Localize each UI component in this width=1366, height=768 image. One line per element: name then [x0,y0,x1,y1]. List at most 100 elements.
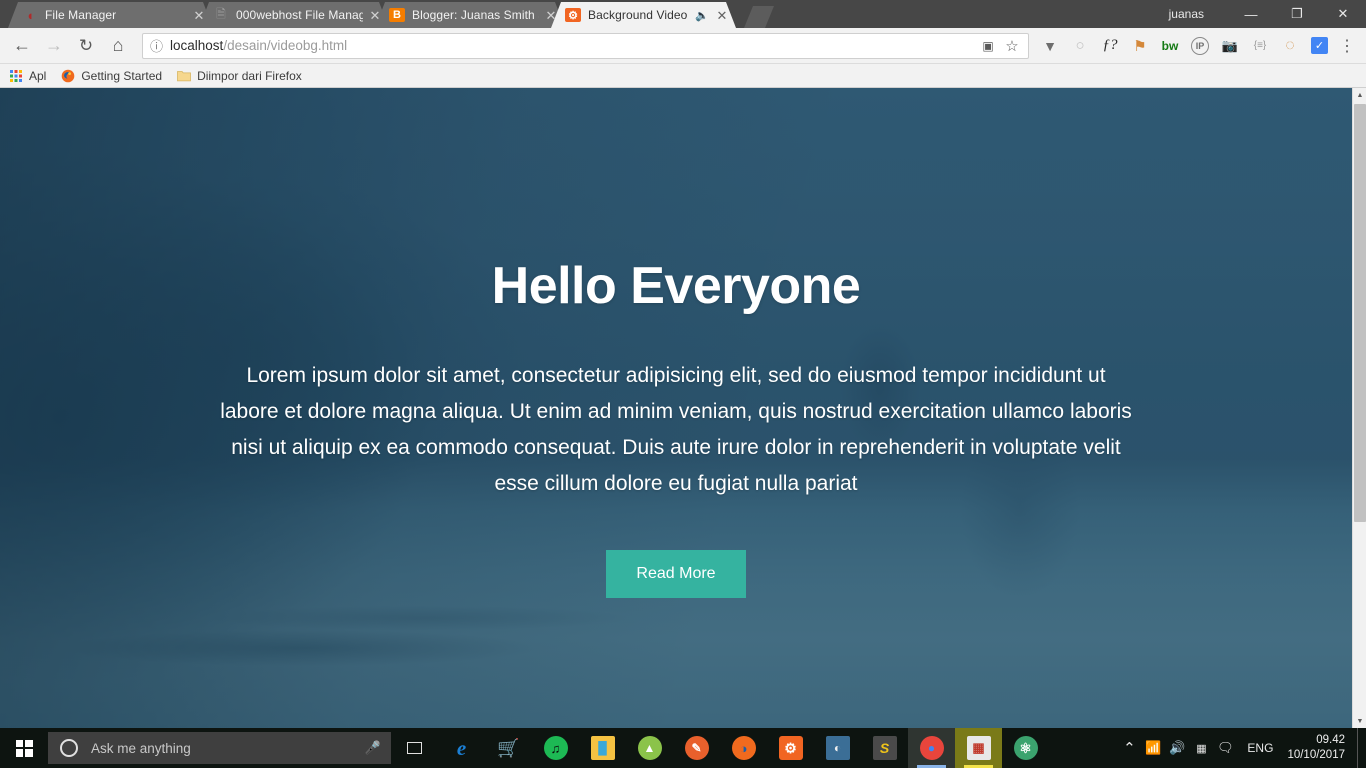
tab-title: 000webhost File Manage [236,8,363,22]
tab-close-icon[interactable]: ✕ [191,7,207,23]
browser-tab-background-video[interactable]: ⚙ Background Video 🔈 ✕ [551,2,736,28]
hero-section: Hello Everyone Lorem ipsum dolor sit ame… [0,88,1352,728]
browser-tab-file-manager[interactable]: ◖ File Manager ✕ [8,2,213,28]
tray-chevron-up-icon[interactable]: ⌃ [1117,728,1141,768]
cortana-circle-icon [60,739,78,757]
bookmark-getting-started[interactable]: Getting Started [60,68,162,84]
hero-paragraph: Lorem ipsum dolor sit amet, consectetur … [220,364,1132,495]
tab-close-icon[interactable]: ✕ [367,7,383,23]
microsoft-store-icon[interactable]: 🛒 [485,728,532,768]
ip-lookup-icon[interactable]: IP [1191,36,1209,55]
forward-button[interactable]: → [40,32,68,60]
back-button[interactable]: ← [8,32,36,60]
close-button[interactable]: ✕ [1320,0,1366,28]
tab-close-icon[interactable]: ✕ [714,7,730,23]
blogger-icon: B [389,8,405,22]
browser-toolbar: ← → ↻ ⌂ ⓘ localhost/desain/videobg.html … [0,28,1366,64]
language-indicator[interactable]: ENG [1237,741,1283,755]
bookmark-folder-diimpor[interactable]: Diimpor dari Firefox [176,68,302,84]
tab-close-icon[interactable]: ✕ [543,7,559,23]
bookmarks-bar: Apl Getting Started Diimpor dari Firefox [0,64,1366,88]
home-button[interactable]: ⌂ [104,32,132,60]
tab-title: File Manager [45,8,117,22]
bookmark-apl[interactable]: Apl [8,68,46,84]
circle-extension-icon[interactable]: ○ [1065,32,1095,60]
buffer-extension-icon[interactable]: bw [1155,32,1185,60]
firefox-icon [60,68,76,84]
browser-tab-blogger[interactable]: B Blogger: Juanas Smith Sh ✕ [375,2,565,28]
scrollbar-thumb[interactable] [1354,104,1366,522]
chrome-menu-button[interactable]: ⋮ [1334,32,1360,60]
cpanel-icon: ◖ [26,7,34,23]
url-text: localhost/desain/videobg.html [170,38,347,53]
screenshot-camera-icon[interactable]: 📷 [1215,32,1245,60]
xampp-icon: ⚙ [565,8,581,22]
code-braces-icon[interactable]: {≡} [1245,32,1275,60]
microsoft-edge-icon[interactable]: e [438,728,485,768]
tab-title: Blogger: Juanas Smith Sh [412,8,539,22]
address-bar[interactable]: ⓘ localhost/desain/videobg.html ▣ ☆ [142,32,1029,59]
task-view-icon[interactable] [391,728,438,768]
folder-icon [176,68,192,84]
tab-title: Background Video [588,8,688,22]
clock[interactable]: 09.42 10/10/2017 [1283,733,1357,763]
page-viewport: Hello Everyone Lorem ipsum dolor sit ame… [0,88,1366,728]
xampp-icon[interactable]: ⚙ [767,728,814,768]
windows-logo-icon [15,739,33,757]
clock-date: 10/10/2017 [1287,749,1345,761]
url-host: localhost [170,38,224,53]
start-button[interactable] [0,728,48,768]
url-path: /desain/videobg.html [223,38,348,53]
show-desktop-button[interactable] [1357,728,1364,768]
omnibox-actions: ▣ ☆ [976,34,1024,58]
checkmark-extension-icon[interactable]: ✓ [1311,37,1328,54]
window-controls: juanas — ❐ ✕ [1169,0,1366,28]
minimize-button[interactable]: — [1228,0,1274,28]
vimeo-extension-icon[interactable]: ▼ [1035,32,1065,60]
windows-taskbar: Ask me anything 🎤 e 🛒 ♫ █ ▲ ✎ ◑ ⚙ ◐ S ● … [0,728,1366,768]
flag-extension-icon[interactable]: ⚑ [1125,32,1155,60]
bookmark-star-icon[interactable]: ☆ [1000,34,1024,58]
sublime-text-icon[interactable]: S [861,728,908,768]
speaker-icon[interactable]: 🔈 [694,8,710,22]
scroll-down-arrow-icon[interactable]: ▼ [1353,714,1366,728]
mozilla-firefox-icon[interactable]: ◑ [720,728,767,768]
search-placeholder: Ask me anything [91,740,191,756]
android-studio-icon[interactable]: ▲ [626,728,673,768]
action-center-icon[interactable]: 🗨 [1213,728,1237,768]
volume-icon[interactable]: 🔊 [1165,728,1189,768]
bookmark-label: Apl [29,68,47,83]
battery-icon[interactable]: ▦ [1189,728,1213,768]
clock-time: 09.42 [1316,734,1345,746]
unknown-blue-app-icon[interactable]: ◐ [814,728,861,768]
cookie-extension-icon[interactable]: ◌ [1275,32,1305,60]
google-chrome-icon[interactable]: ● [908,728,955,768]
apps-grid-icon [8,68,24,84]
fontface-ninja-icon[interactable]: ƒ? [1095,32,1125,60]
system-tray: ⌃ 📶 🔊 ▦ 🗨 ENG 09.42 10/10/2017 [1117,728,1366,768]
tab-strip: ◖ File Manager ✕ 🗎 000webhost File Manag… [0,0,1366,28]
page-icon: 🗎 [216,6,226,21]
cortana-search-box[interactable]: Ask me anything 🎤 [48,732,391,764]
microphone-icon[interactable]: 🎤 [365,740,381,756]
bookmark-label: Diimpor dari Firefox [197,68,302,83]
browser-tab-000webhost[interactable]: 🗎 000webhost File Manage ✕ [199,2,389,28]
info-circle-icon[interactable]: ⓘ [150,36,163,55]
new-tab-button[interactable] [744,6,774,28]
page-title: Hello Everyone [491,257,861,315]
wifi-icon[interactable]: 📶 [1141,728,1165,768]
restore-button[interactable]: ❐ [1274,0,1320,28]
scroll-up-arrow-icon[interactable]: ▲ [1353,88,1366,102]
translate-icon[interactable]: ▣ [976,34,1000,58]
chrome-browser-window: ◖ File Manager ✕ 🗎 000webhost File Manag… [0,0,1366,728]
reload-button[interactable]: ↻ [72,32,100,60]
read-more-button[interactable]: Read More [606,550,746,598]
paint-tool-icon[interactable]: ✎ [673,728,720,768]
video-editor-icon[interactable]: ▦ [955,728,1002,768]
bookmark-label: Getting Started [81,68,163,83]
page-scrollbar[interactable]: ▲ ▼ [1352,88,1366,728]
window-user-label[interactable]: juanas [1169,7,1204,21]
spotify-icon[interactable]: ♫ [532,728,579,768]
file-explorer-icon[interactable]: █ [579,728,626,768]
atom-editor-icon[interactable]: ⚛ [1002,728,1049,768]
